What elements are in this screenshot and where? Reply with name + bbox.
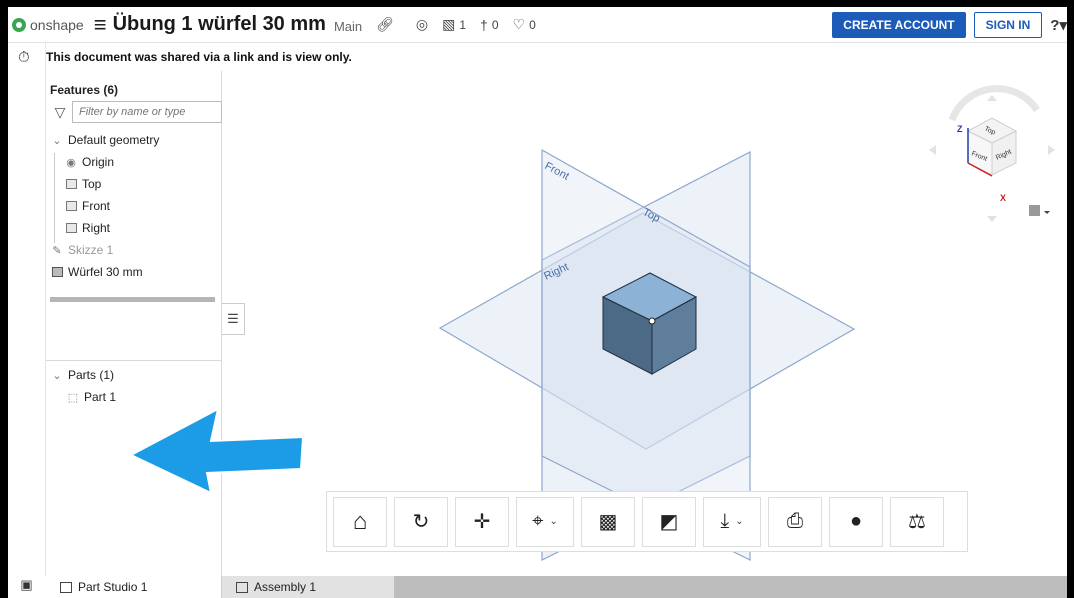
tree-item-top[interactable]: Top <box>46 173 221 195</box>
part-studio-icon <box>60 581 72 593</box>
globe-icon[interactable]: ◎ <box>416 16 428 33</box>
rollback-bar[interactable] <box>50 297 215 302</box>
parts-title: Parts (1) <box>68 368 115 382</box>
mass-properties-icon: ⚖ <box>908 511 926 533</box>
list-item-part[interactable]: ⬚ Part 1 <box>46 386 221 408</box>
sign-in-button[interactable]: SIGN IN <box>973 11 1043 38</box>
feature-tree: ⌄ Default geometry ◉ Origin Top Front Ri… <box>46 129 221 283</box>
left-strip: ⏱︎ <box>8 43 46 576</box>
versions-count: 1 <box>459 17 467 32</box>
view-cube-menu-icon[interactable] <box>1029 205 1040 216</box>
tree-item-origin[interactable]: ◉ Origin <box>46 151 221 173</box>
zoom-button[interactable]: ⌖ ⌄ <box>516 496 574 547</box>
document-title: Übung 1 würfel 30 mm <box>112 13 326 35</box>
tree-guide-line <box>54 153 55 243</box>
zoom-icon: ⌖ <box>532 510 544 532</box>
chevron-down-icon[interactable]: ⌄ <box>735 516 743 527</box>
pan-icon: ✛ <box>473 511 491 533</box>
print-icon: ⎙ <box>787 510 803 532</box>
likes-count: 0 <box>529 17 536 32</box>
like-icon: ♡ <box>512 16 526 32</box>
tree-item-default-geometry[interactable]: ⌄ Default geometry <box>46 129 221 151</box>
feature-panel: Features (6) ▽ ⌄ Default geometry ◉ Orig… <box>46 71 222 576</box>
brand-name: onshape <box>30 16 84 33</box>
parts-header[interactable]: ⌄ Parts (1) <box>46 364 221 386</box>
plane-icon <box>66 223 77 233</box>
part-label: Part 1 <box>84 390 117 404</box>
tree-label: Front <box>82 199 111 213</box>
pan-button[interactable]: ✛ <box>455 496 509 547</box>
home-button[interactable]: ⌂ <box>333 496 387 547</box>
tree-item-front[interactable]: Front <box>46 195 221 217</box>
view-toolbar: ⌂ ↻ ✛ ⌖ ⌄ ▩ ◩ ⤓ ⌄ ⎙ ● ⚖ <box>326 491 968 552</box>
appearance-button[interactable]: ◩ <box>642 496 696 547</box>
home-icon: ⌂ <box>352 507 368 535</box>
measure-button[interactable]: ● <box>829 496 883 547</box>
axis-x-label: X <box>1000 193 1006 203</box>
rotate-button[interactable]: ↻ <box>394 496 448 547</box>
tab-label: Assembly 1 <box>254 580 317 594</box>
appearance-icon: ◩ <box>659 511 679 533</box>
filter-input[interactable] <box>72 101 222 123</box>
filter-row: ▽ <box>50 101 222 123</box>
assembly-icon <box>236 581 248 593</box>
onshape-logo-icon <box>12 17 26 32</box>
branches-button[interactable]: † 0 <box>480 17 498 33</box>
versions-button[interactable]: ▧ 1 <box>442 16 466 33</box>
onshape-logo[interactable]: onshape <box>12 17 84 33</box>
versions-icon: ▧ <box>442 16 456 32</box>
like-button[interactable]: ♡ 0 <box>513 16 536 33</box>
download-icon: ⤓ <box>720 510 730 532</box>
section-icon: ▩ <box>598 511 618 533</box>
tree-label: Top <box>82 177 102 191</box>
origin-icon: ◉ <box>66 156 76 169</box>
axis-z-label: Z <box>957 124 963 134</box>
view-cube[interactable]: Top Front Right Z X <box>917 80 1067 230</box>
tree-item-sketch[interactable]: ✎︎ Skizze 1 <box>46 239 221 261</box>
tree-label: Skizze 1 <box>68 243 114 257</box>
features-title: Features (6) <box>50 83 119 97</box>
branch-label[interactable]: Main <box>334 19 362 34</box>
app-frame: onshape ≡ Übung 1 würfel 30 mm Main 🔗︎ ◎… <box>8 7 1067 598</box>
parts-list: ⌄ Parts (1) ⬚ Part 1 <box>46 364 221 408</box>
rotate-icon: ↻ <box>412 511 430 533</box>
chevron-down-icon[interactable]: ⌄ <box>50 369 64 382</box>
tree-label: Right <box>82 221 111 235</box>
link-icon[interactable]: 🔗︎ <box>376 16 394 33</box>
view-toggle-icon[interactable]: ▣ <box>8 577 45 598</box>
sketch-icon: ✎︎ <box>52 244 62 257</box>
section-view-button[interactable]: ▩ <box>581 496 635 547</box>
export-button[interactable]: ⤓ ⌄ <box>703 496 761 547</box>
stopwatch-icon[interactable]: ⏱︎ <box>18 49 30 66</box>
tree-label: Default geometry <box>68 133 160 147</box>
tree-item-extrude[interactable]: Würfel 30 mm <box>46 261 221 283</box>
menu-icon[interactable]: ≡ <box>94 13 107 36</box>
tree-label: Origin <box>82 155 115 169</box>
plane-icon <box>66 179 77 189</box>
tree-label: Würfel 30 mm <box>68 265 143 279</box>
branch-icon: † <box>480 16 488 33</box>
mass-properties-button[interactable]: ⚖ <box>890 496 944 547</box>
measure-icon: ● <box>849 510 863 532</box>
tree-item-right[interactable]: Right <box>46 217 221 239</box>
panel-divider <box>46 360 221 361</box>
view-only-notice: This document was shared via a link and … <box>46 50 352 64</box>
help-icon[interactable]: ?▾ <box>1050 16 1067 34</box>
plane-icon <box>66 201 77 211</box>
extrude-icon <box>52 267 63 277</box>
print-button[interactable]: ⎙ <box>768 496 822 547</box>
annotation-arrow-icon <box>128 407 305 495</box>
origin-point <box>648 317 656 325</box>
top-bar: onshape ≡ Übung 1 würfel 30 mm Main 🔗︎ ◎… <box>8 7 1067 43</box>
filter-icon[interactable]: ▽ <box>50 104 70 121</box>
tab-part-studio[interactable]: Part Studio 1 <box>46 576 222 598</box>
tab-label: Part Studio 1 <box>78 580 148 594</box>
chevron-down-icon[interactable]: ⌄ <box>549 516 557 527</box>
create-account-button[interactable]: CREATE ACCOUNT <box>832 11 966 38</box>
tab-assembly[interactable]: Assembly 1 <box>222 576 394 598</box>
part-icon: ⬚ <box>67 391 79 404</box>
chevron-down-icon[interactable]: ⌄ <box>50 134 64 147</box>
tab-bar: Part Studio 1 Assembly 1 <box>46 576 1067 598</box>
branches-count: 0 <box>491 17 499 32</box>
